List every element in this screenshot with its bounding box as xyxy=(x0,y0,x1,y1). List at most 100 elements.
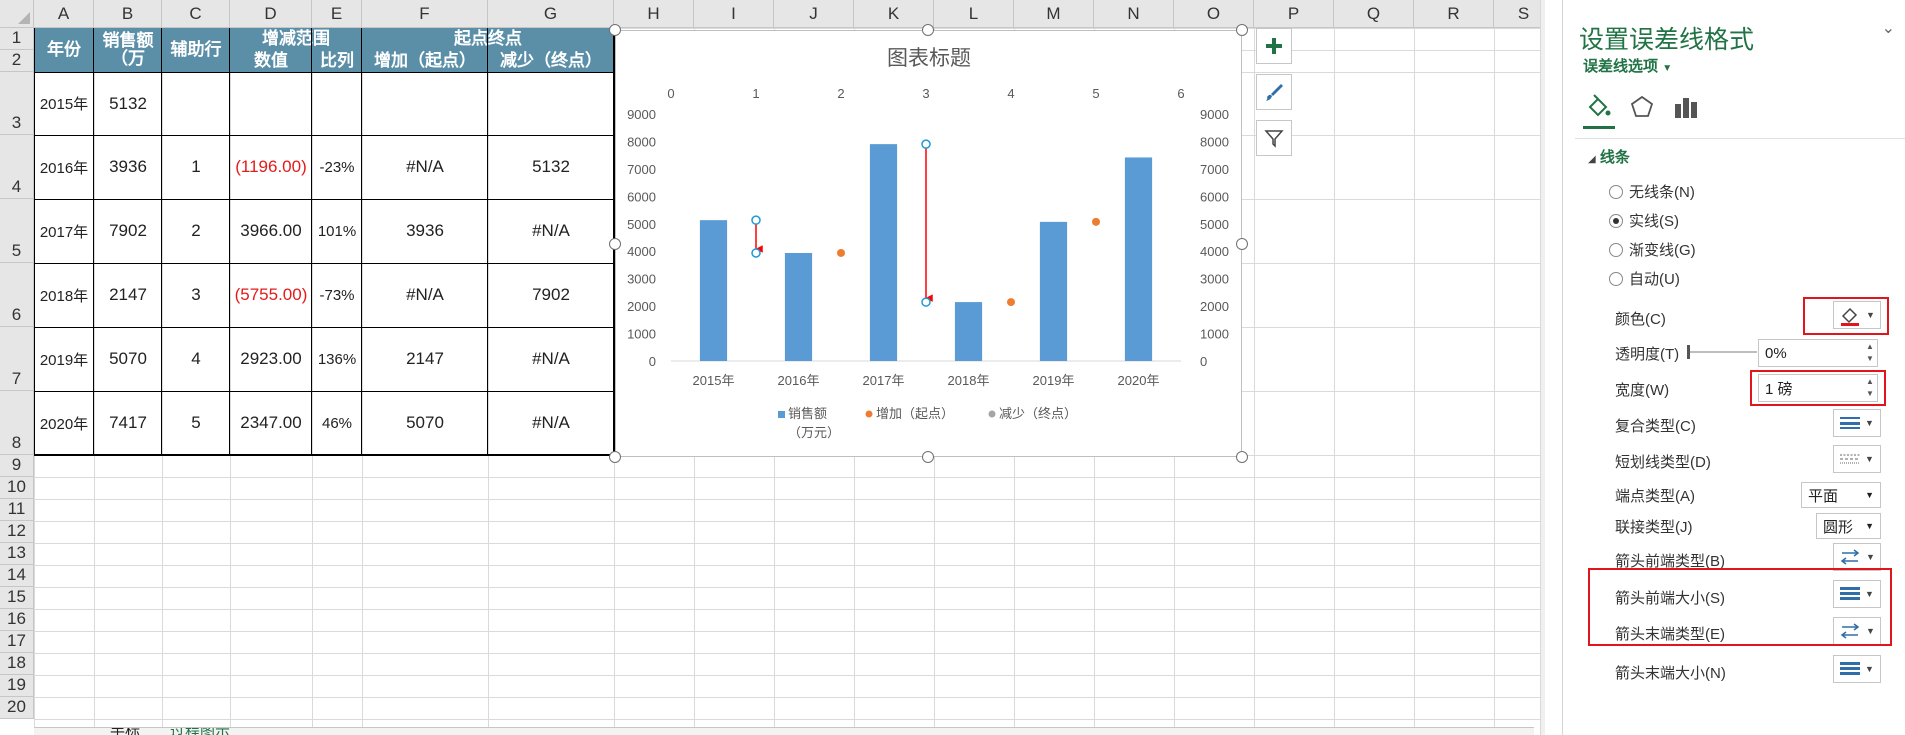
cell-increase[interactable]: #N/A xyxy=(362,135,488,199)
y2-tick-label[interactable]: 5000 xyxy=(1200,217,1229,232)
row-header-9[interactable]: 9 xyxy=(0,455,34,477)
cap-type-select[interactable]: 平面 ▼ xyxy=(1801,482,1881,508)
column-header-M[interactable]: M xyxy=(1014,0,1094,28)
legend-swatch-increase[interactable] xyxy=(865,410,873,418)
chart-title[interactable]: 图表标题 xyxy=(887,47,971,70)
x2-tick-label[interactable]: 2 xyxy=(837,86,844,101)
column-header-E[interactable]: E xyxy=(312,0,362,28)
increase-point[interactable] xyxy=(1092,217,1100,226)
chart-elements-button[interactable] xyxy=(1256,28,1292,64)
y-tick-label[interactable]: 5000 xyxy=(627,217,656,232)
cell-year[interactable]: 2020年 xyxy=(34,391,94,455)
selected-point-handle[interactable] xyxy=(751,248,761,258)
tab-effects[interactable] xyxy=(1625,90,1659,124)
cell-value[interactable]: 3966.00 xyxy=(230,199,312,263)
cell-decrease[interactable]: 7902 xyxy=(488,263,614,327)
cell-sales[interactable]: 5132 xyxy=(94,72,162,135)
tab-series-options[interactable] xyxy=(1669,90,1703,124)
cell-decrease[interactable]: #N/A xyxy=(488,199,614,263)
column-header-P[interactable]: P xyxy=(1254,0,1334,28)
bar[interactable] xyxy=(1039,221,1068,361)
column-header-H[interactable]: H xyxy=(614,0,694,28)
cell-increase[interactable]: 2147 xyxy=(362,327,488,391)
row-header-2[interactable]: 2 xyxy=(0,50,34,72)
legend-label-increase[interactable]: 增加（起点） xyxy=(876,406,954,421)
resize-handle-top[interactable] xyxy=(922,24,934,36)
cell-value[interactable]: 2923.00 xyxy=(230,327,312,391)
tab-fill-line[interactable] xyxy=(1581,90,1615,124)
cell-ratio[interactable]: 46% xyxy=(312,391,362,455)
y2-tick-label[interactable]: 4000 xyxy=(1200,244,1229,259)
row-header-11[interactable]: 11 xyxy=(0,499,34,521)
cell-sales[interactable]: 3936 xyxy=(94,135,162,199)
x2-tick-label[interactable]: 6 xyxy=(1177,86,1184,101)
cell-sales[interactable]: 7417 xyxy=(94,391,162,455)
y2-tick-label[interactable]: 7000 xyxy=(1200,162,1229,177)
row-header-19[interactable]: 19 xyxy=(0,675,34,697)
row-header-10[interactable]: 10 xyxy=(0,477,34,499)
bar[interactable] xyxy=(784,252,813,361)
cell-sales[interactable]: 5070 xyxy=(94,327,162,391)
arrow-begin-type-button[interactable]: ▼ xyxy=(1833,543,1881,571)
cell-aux[interactable]: 2 xyxy=(162,199,230,263)
column-header-S[interactable]: S xyxy=(1494,0,1545,28)
cell-year[interactable]: 2018年 xyxy=(34,263,94,327)
bar[interactable] xyxy=(1124,157,1153,361)
cell-increase[interactable]: 5070 xyxy=(362,391,488,455)
y-tick-label[interactable]: 8000 xyxy=(627,134,656,149)
dash-type-button[interactable]: ▼ xyxy=(1833,445,1881,473)
chart-styles-button[interactable] xyxy=(1256,74,1292,110)
row-header-8[interactable]: 8 xyxy=(0,391,34,455)
resize-handle-bottom[interactable] xyxy=(922,451,934,463)
cell-year[interactable]: 2016年 xyxy=(34,135,94,199)
section-line-header[interactable]: ◢ 线条 xyxy=(1588,146,1630,167)
column-header-B[interactable]: B xyxy=(94,0,162,28)
worksheet[interactable]: ABCDEFGHIJKLMNOPQRS 1 2 3 4 5 6 7 8 9 10 11 12 13 14 1… xyxy=(0,0,1545,735)
cell-aux[interactable] xyxy=(162,72,230,135)
radio-gradient-line[interactable]: 渐变线(G) xyxy=(1609,239,1696,260)
resize-handle-tl[interactable] xyxy=(609,24,621,36)
header-endpoint[interactable]: 起点终点 xyxy=(362,28,614,50)
row-header-7[interactable]: 7 xyxy=(0,327,34,391)
chart-filters-button[interactable] xyxy=(1256,120,1292,156)
row-header-16[interactable]: 16 xyxy=(0,609,34,631)
vertical-scrollbar[interactable]: ▲ ▼ xyxy=(1540,0,1545,735)
cell-ratio[interactable]: 136% xyxy=(312,327,362,391)
header-increase[interactable]: 增加（起点） xyxy=(362,50,488,72)
column-header-Q[interactable]: Q xyxy=(1334,0,1414,28)
bar[interactable] xyxy=(869,144,898,361)
cell-value[interactable] xyxy=(230,72,312,135)
column-header-K[interactable]: K xyxy=(854,0,934,28)
x2-tick-label[interactable]: 0 xyxy=(667,86,674,101)
y2-tick-label[interactable]: 3000 xyxy=(1200,272,1229,287)
column-header-I[interactable]: I xyxy=(694,0,774,28)
x2-tick-label[interactable]: 5 xyxy=(1092,86,1099,101)
header-year[interactable]: 年份 xyxy=(34,28,94,72)
cell-sales[interactable]: 7902 xyxy=(94,199,162,263)
header-ratio[interactable]: 比列 xyxy=(312,50,362,72)
row-header-20[interactable]: 20 xyxy=(0,697,34,719)
cell-ratio[interactable] xyxy=(312,72,362,135)
column-header-G[interactable]: G xyxy=(488,0,614,28)
cell-increase[interactable] xyxy=(362,72,488,135)
column-header-N[interactable]: N xyxy=(1094,0,1174,28)
row-header-4[interactable]: 4 xyxy=(0,135,34,199)
arrow-end-size-button[interactable]: ▼ xyxy=(1833,655,1881,683)
cell-value[interactable]: (1196.00) xyxy=(230,135,312,199)
column-header-R[interactable]: R xyxy=(1414,0,1494,28)
x-tick-label[interactable]: 2016年 xyxy=(778,373,820,388)
cell-ratio[interactable]: -23% xyxy=(312,135,362,199)
row-header-3[interactable]: 3 xyxy=(0,72,34,135)
transparency-slider-knob[interactable] xyxy=(1687,345,1690,359)
cell-year[interactable]: 2015年 xyxy=(34,72,94,135)
y2-tick-label[interactable]: 9000 xyxy=(1200,107,1229,122)
resize-handle-br[interactable] xyxy=(1236,451,1248,463)
header-range[interactable]: 增减范围 xyxy=(230,28,362,50)
x-tick-label[interactable]: 2015年 xyxy=(693,373,735,388)
x-tick-label[interactable]: 2017年 xyxy=(863,373,905,388)
y-tick-label[interactable]: 7000 xyxy=(627,162,656,177)
row-header-14[interactable]: 14 xyxy=(0,565,34,587)
cell-decrease[interactable]: #N/A xyxy=(488,327,614,391)
column-header-J[interactable]: J xyxy=(774,0,854,28)
x2-tick-label[interactable]: 4 xyxy=(1007,86,1014,101)
